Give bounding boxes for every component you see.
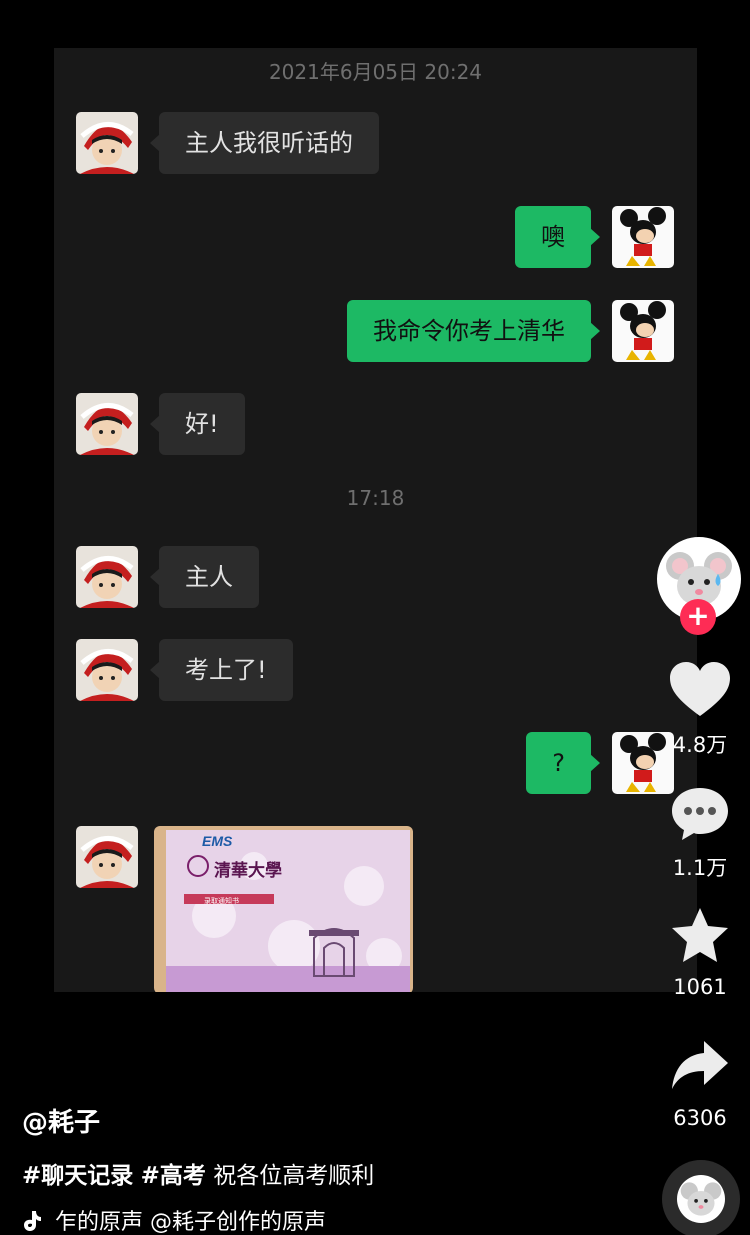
favorite-count: 1061 bbox=[673, 975, 727, 999]
hashtag[interactable]: #高考 bbox=[141, 1163, 206, 1189]
comment-icon[interactable] bbox=[668, 784, 732, 844]
admission-letter-photo[interactable]: EMS 清華大學 录取通知书 bbox=[154, 826, 413, 992]
contact-avatar[interactable] bbox=[76, 546, 138, 608]
contact-avatar[interactable] bbox=[76, 639, 138, 701]
comment-count: 1.1万 bbox=[672, 856, 728, 880]
message-bubble-in[interactable]: 考上了! bbox=[150, 639, 293, 701]
music-title: 乍的原声 @耗子创作的原声 bbox=[55, 1210, 326, 1235]
message-bubble-out[interactable]: 噢 bbox=[515, 206, 600, 268]
contact-avatar[interactable] bbox=[76, 393, 138, 455]
caption: #聊天记录 #高考 祝各位高考顺利 bbox=[22, 1156, 374, 1190]
chat-screenshot: 2021年6月05日 20:24 主人我很听话的 噢 我命令你考上清华 好! 1… bbox=[54, 48, 697, 992]
share-count: 6306 bbox=[673, 1106, 727, 1130]
like-heart-icon[interactable] bbox=[668, 660, 732, 720]
music-disc[interactable] bbox=[662, 1160, 740, 1235]
message-bubble-in[interactable]: 主人我很听话的 bbox=[150, 112, 379, 174]
ems-label: EMS bbox=[202, 833, 233, 849]
my-avatar[interactable] bbox=[612, 206, 674, 268]
school-name: 清華大學 bbox=[214, 860, 282, 881]
follow-button[interactable]: + bbox=[680, 599, 716, 635]
share-arrow-icon[interactable] bbox=[668, 1037, 732, 1097]
tiktok-note-icon bbox=[24, 1211, 41, 1231]
timestamp: 17:18 bbox=[346, 486, 405, 510]
music-disc-cover bbox=[677, 1175, 725, 1223]
contact-avatar[interactable] bbox=[76, 112, 138, 174]
message-bubble-out[interactable]: 我命令你考上清华 bbox=[347, 300, 600, 362]
message-bubble-in[interactable]: 好! bbox=[150, 393, 245, 455]
timestamp: 2021年6月05日 20:24 bbox=[268, 60, 483, 84]
mouse-emoji-icon bbox=[680, 1182, 722, 1216]
message-bubble-out[interactable]: ? bbox=[526, 732, 600, 794]
message-bubble-in[interactable]: 主人 bbox=[150, 546, 259, 608]
my-avatar[interactable] bbox=[612, 300, 674, 362]
hashtag[interactable]: #聊天记录 bbox=[22, 1163, 133, 1189]
music-ticker[interactable]: 乍的原声 @耗子创作的原声 bbox=[22, 1204, 326, 1235]
notice-label: 录取通知书 bbox=[204, 896, 239, 905]
caption-text: 祝各位高考顺利 bbox=[213, 1163, 375, 1189]
contact-avatar[interactable] bbox=[76, 826, 138, 888]
like-count: 4.8万 bbox=[672, 733, 728, 757]
author-name[interactable]: @耗子 bbox=[22, 1102, 100, 1139]
favorite-star-icon[interactable] bbox=[668, 906, 732, 966]
